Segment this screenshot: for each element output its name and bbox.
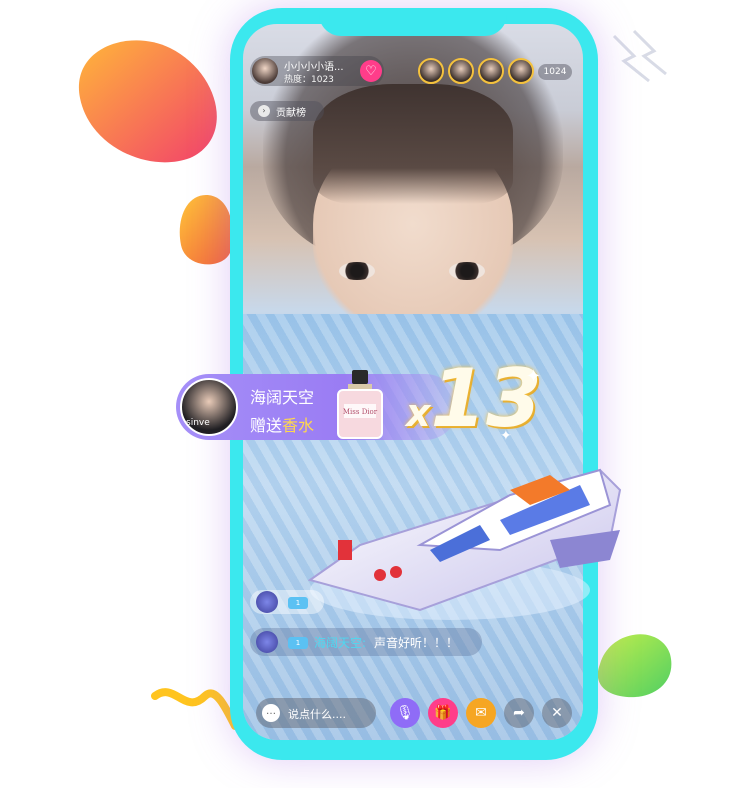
comment-icon: … bbox=[262, 704, 280, 722]
gift-combo-count: x13 bbox=[406, 354, 542, 458]
viewer-avatar[interactable] bbox=[418, 58, 444, 84]
gift-button[interactable]: 🎁 bbox=[428, 698, 458, 728]
left-eye bbox=[339, 262, 375, 280]
gift-action: 赠送 bbox=[250, 416, 283, 435]
perfume-label: Miss Dior bbox=[343, 408, 378, 416]
chat-user-icon bbox=[256, 631, 278, 653]
mail-button[interactable]: ✉ bbox=[466, 698, 496, 728]
chat-username[interactable]: 海阔天空: bbox=[314, 634, 366, 651]
user-level-badge: 1 bbox=[288, 637, 308, 649]
sparkle-icon: ✦ bbox=[500, 428, 512, 444]
chat-user-icon bbox=[256, 591, 278, 613]
gift-item-name: 香水 bbox=[282, 416, 315, 435]
yellow-ribbon bbox=[151, 688, 239, 730]
mic-button[interactable]: 🎙 bbox=[390, 698, 420, 728]
perfume-gift-icon: Miss Dior bbox=[337, 370, 383, 439]
rank-icon: › bbox=[258, 105, 270, 117]
streamer-bangs bbox=[313, 84, 513, 204]
green-blob bbox=[597, 634, 672, 698]
rank-label: 贡献榜 bbox=[276, 108, 306, 119]
sparkle-icon: ✦ bbox=[526, 366, 542, 387]
host-avatar[interactable] bbox=[252, 58, 278, 84]
gift-icon: 🎁 bbox=[434, 705, 452, 721]
host-heat: 热度：1023 bbox=[284, 75, 334, 85]
host-name: 小小小小语... bbox=[284, 62, 344, 73]
gift-sender-name: 海阔天空 bbox=[250, 388, 315, 407]
gift-avatar-text: sinve bbox=[186, 418, 210, 428]
multiplier-sign: x bbox=[406, 391, 431, 435]
chat-text: 声音好听！！！ bbox=[374, 636, 459, 650]
viewer-avatar[interactable] bbox=[508, 58, 534, 84]
small-orange-blob bbox=[179, 195, 233, 265]
gift-description: 赠送香水 bbox=[250, 412, 314, 436]
comment-placeholder: 说点什么.... bbox=[288, 708, 346, 721]
viewer-count[interactable]: 1024 bbox=[538, 64, 572, 80]
share-icon: ➦ bbox=[513, 705, 525, 721]
yacht-gift-animation bbox=[307, 468, 622, 620]
orange-blob bbox=[78, 40, 217, 163]
follow-button[interactable]: ♡ bbox=[360, 60, 382, 82]
close-icon: ✕ bbox=[551, 705, 563, 721]
heart-icon: ♡ bbox=[365, 63, 377, 79]
lightning-doodle bbox=[612, 29, 667, 83]
right-eye bbox=[449, 262, 485, 280]
mail-icon: ✉ bbox=[475, 705, 487, 721]
phone-notch bbox=[319, 8, 507, 36]
mic-icon: 🎙 bbox=[396, 705, 414, 721]
close-button[interactable]: ✕ bbox=[542, 698, 572, 728]
user-level-badge: 1 bbox=[288, 597, 308, 609]
viewer-avatar[interactable] bbox=[448, 58, 474, 84]
share-button[interactable]: ➦ bbox=[504, 698, 534, 728]
viewer-avatar[interactable] bbox=[478, 58, 504, 84]
